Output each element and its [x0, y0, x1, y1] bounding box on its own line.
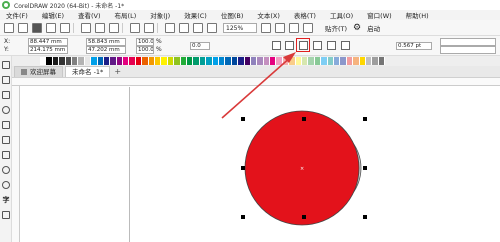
selection-handle[interactable]: [241, 166, 245, 170]
selection-handle[interactable]: [363, 117, 367, 121]
canvas-overlay: ×: [221, 52, 367, 226]
selection-handle[interactable]: [363, 166, 367, 170]
selection-handle[interactable]: [241, 117, 245, 121]
annotation-arrow-line: [221, 55, 293, 119]
center-marker: ×: [300, 166, 304, 172]
selection-handle[interactable]: [302, 117, 306, 121]
selection-handle[interactable]: [363, 215, 367, 219]
selection-handle[interactable]: [302, 215, 306, 219]
selection-handle[interactable]: [241, 215, 245, 219]
